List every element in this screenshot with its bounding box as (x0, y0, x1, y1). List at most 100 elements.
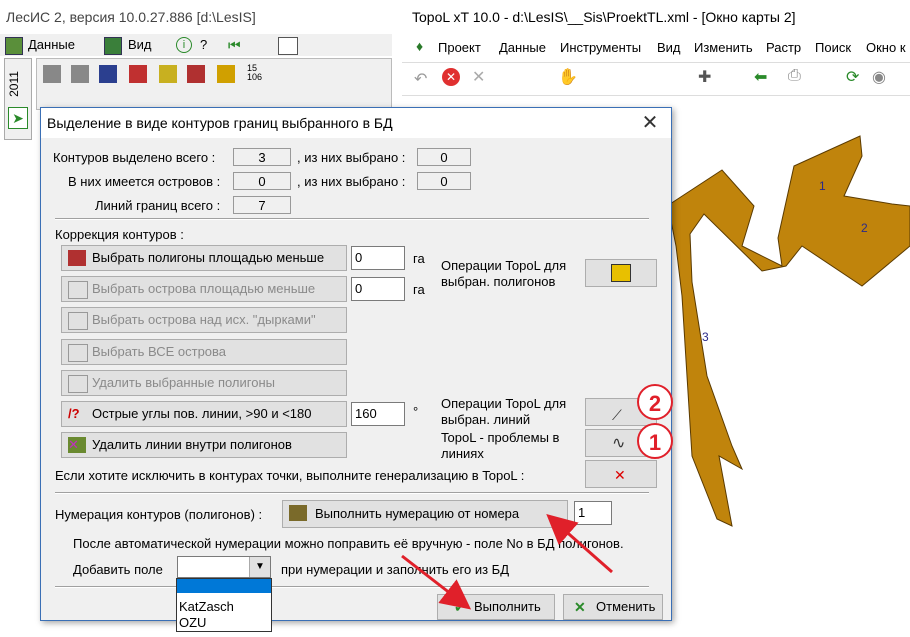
menu-project[interactable]: Проект (438, 39, 481, 57)
print-icon[interactable]: ⎙ (788, 67, 801, 85)
execute-icon: ✔ (454, 599, 466, 615)
topol-title-text: TopoL xT 10.0 - d:\LesIS\__Sis\ProektTL.… (412, 9, 796, 25)
add-field-select[interactable]: ▼ (177, 556, 271, 578)
cancel-icon[interactable]: ✕ (442, 68, 460, 86)
dialog-title: Выделение в виде контуров границ выбранн… (47, 115, 393, 131)
islands-value: 0 (233, 172, 291, 190)
menu-search[interactable]: Поиск (815, 39, 851, 57)
contours-selected-label: , из них выбрано : (297, 150, 406, 165)
dropdown-highlight[interactable] (177, 579, 271, 593)
angle-warning-icon: /? (68, 406, 80, 421)
contours-total-label: Контуров выделено всего : (53, 150, 216, 165)
add-field-label: Добавить поле (73, 562, 163, 577)
angle-input[interactable]: 160 (351, 402, 405, 426)
menu-data[interactable]: Данные (499, 39, 546, 57)
add-point-icon[interactable]: ✚ (698, 67, 711, 87)
dropdown-option[interactable]: KatZasch (179, 599, 234, 614)
correction-label: Коррекция контуров : (55, 227, 184, 242)
callout-2: 2 (637, 384, 673, 420)
topol-polygons-button[interactable] (585, 259, 657, 287)
islands-selected-label: , из них выбрано : (297, 174, 406, 189)
menu-help[interactable]: ? (200, 36, 207, 54)
polygon-area-unit: га (413, 251, 425, 266)
delete-inner-lines-button[interactable]: ✕ Удалить линии внутри полигонов (61, 432, 347, 458)
topol-problems-label: TopoL - проблемы в линиях (441, 430, 560, 461)
first-record-icon[interactable]: ⏮ (228, 37, 244, 53)
island-area-input[interactable]: 0 (351, 277, 405, 301)
undo-icon[interactable]: ↶ (414, 69, 427, 89)
expand-arrow-icon[interactable]: ➤ (8, 107, 28, 129)
islands-selected-value: 0 (417, 172, 471, 190)
generalization-button[interactable]: ✕ (585, 460, 657, 488)
select-islands-area-button[interactable]: Выбрать острова площадью меньше (61, 276, 347, 302)
minimize-icon[interactable] (278, 37, 298, 55)
topol-title: TopoL xT 10.0 - d:\LesIS\__Sis\ProektTL.… (392, 0, 910, 34)
divider (55, 218, 649, 220)
island-icon (68, 312, 88, 330)
back-arrow-icon[interactable]: ⬅ (754, 67, 767, 87)
menu-window[interactable]: Окно к (866, 39, 906, 57)
vertex-icon[interactable] (159, 65, 177, 83)
line-edit-icon: ⟋ (612, 407, 622, 423)
close-icon[interactable]: ✕ (637, 110, 663, 136)
lesis-menubar: Данные Вид i ? ⏮ (0, 34, 392, 56)
callout-1: 1 (637, 423, 673, 459)
pan-hand-icon[interactable]: ✋ (558, 67, 578, 87)
numbering-start-input[interactable]: 1 (574, 501, 612, 525)
data-menu-icon (5, 37, 23, 55)
topol-ops-polygons-label: Операции TopoL для выбран. полигонов (441, 258, 567, 289)
menu-raster[interactable]: Растр (766, 39, 801, 57)
topol-menubar: ♦ Проект Данные Инструменты Вид Изменить… (392, 34, 910, 60)
list-icon[interactable] (187, 65, 205, 83)
lesis-title: ЛесИС 2, версия 10.0.27.886 [d:\LesIS] (0, 0, 392, 34)
polygon-label-1: 1 (819, 179, 826, 193)
menu-data[interactable]: Данные (28, 36, 75, 54)
select-polygons-button[interactable]: Выбрать полигоны площадью меньше (61, 245, 347, 271)
delete-polygons-button[interactable]: Удалить выбранные полигоны (61, 370, 347, 396)
select-islands-holes-button[interactable]: Выбрать острова над исх. "дырками" (61, 307, 347, 333)
cancel-x-icon: ✕ (574, 599, 586, 615)
select-all-islands-button[interactable]: Выбрать ВСЕ острова (61, 339, 347, 365)
grey-square-icon-2[interactable] (71, 65, 89, 83)
add-field-suffix: при нумерации и заполнить его из БД (281, 562, 509, 577)
polygon-label-2: 2 (861, 221, 868, 235)
divider (55, 586, 649, 588)
zigzag-line-icon: ∿ (612, 435, 626, 452)
execute-button[interactable]: ✔ Выполнить (437, 594, 555, 620)
divider (55, 492, 649, 494)
grey-square-icon[interactable] (43, 65, 61, 83)
add-field-dropdown-list: KatZasch OZU (176, 578, 272, 632)
topol-toolbar: ↶ ✕ ✕ ✋ ✚ ⬅ ⎙ ⟳ ◉ (402, 62, 910, 96)
counter-badge: 15 106 (247, 63, 263, 82)
menu-view[interactable]: Вид (128, 36, 152, 54)
lines-value: 7 (233, 196, 291, 214)
chevron-down-icon[interactable]: ▼ (249, 557, 270, 577)
menu-tools[interactable]: Инструменты (560, 39, 641, 57)
menu-edit[interactable]: Изменить (694, 39, 753, 57)
island-area-unit: га (413, 282, 425, 297)
cross-tool-icon[interactable]: ✕ (472, 67, 485, 87)
eye-icon[interactable]: ◉ (872, 67, 886, 87)
cancel-button[interactable]: ✕ Отменить (563, 594, 663, 620)
after-numbering-note: После автоматической нумерации можно поп… (73, 536, 624, 551)
polygon-area-input[interactable]: 0 (351, 246, 405, 270)
numbering-button[interactable]: Выполнить нумерацию от номера (282, 500, 568, 528)
pencil-icon[interactable] (217, 65, 235, 83)
view-menu-icon (104, 37, 122, 55)
menu-view[interactable]: Вид (657, 39, 681, 57)
contours-total-value: 3 (233, 148, 291, 166)
angle-unit: ° (413, 404, 419, 419)
island-icon (68, 281, 88, 299)
map-select-icon[interactable] (129, 65, 147, 83)
generalization-note: Если хотите исключить в контурах точки, … (55, 468, 525, 483)
info-icon: i (176, 37, 192, 53)
numbering-label: Нумерация контуров (полигонов) : (55, 507, 263, 522)
year-tab[interactable]: 2011 (7, 71, 21, 97)
dropdown-option[interactable]: OZU (179, 615, 206, 630)
flag-icon[interactable] (99, 65, 117, 83)
island-icon (68, 344, 88, 362)
refresh-icon[interactable]: ⟳ (846, 67, 859, 87)
delete-lines-icon: ✕ (68, 437, 86, 453)
numbering-icon (289, 505, 307, 521)
sharp-angles-button[interactable]: /? Острые углы пов. линии, >90 и <180 (61, 401, 347, 427)
